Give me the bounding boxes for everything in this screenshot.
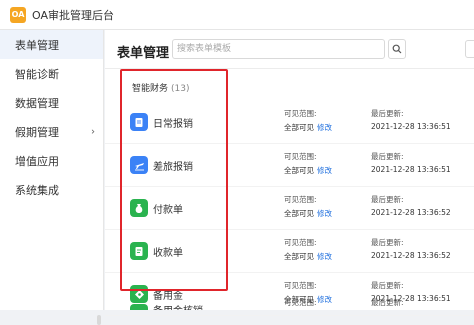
airplane-icon: [130, 156, 148, 174]
list-item[interactable]: 收款单 可见范围: 全部可见 修改 最后更新: 2021-12-28 13:36…: [105, 230, 474, 273]
chevron-right-icon: ›: [91, 126, 95, 137]
receipt-icon: [130, 242, 148, 260]
visibility-label: 可见范围:: [284, 195, 317, 204]
updated-value: 2021-12-28 13:36:52: [371, 208, 451, 217]
sidebar-item-data-management[interactable]: 数据管理: [0, 88, 103, 117]
visibility-label: 可见范围:: [284, 281, 317, 290]
visibility-value: 全部可见: [284, 209, 314, 218]
updated-label: 最后更新:: [371, 238, 404, 247]
visibility-value: 全部可见: [284, 252, 314, 261]
sidebar-scrollbar[interactable]: [97, 315, 101, 325]
updated-value: 2021-12-28 13:36:52: [371, 251, 451, 260]
sidebar-item-label: 数据管理: [15, 96, 59, 110]
divider: [105, 68, 474, 69]
updated-value: 2021-12-28 13:36:51: [371, 165, 451, 174]
list-item-partial: 备用金核销: [105, 300, 474, 310]
sidebar-item-label: 系统集成: [15, 183, 59, 197]
sidebar-item-smart-diagnosis[interactable]: 智能诊断: [0, 59, 103, 88]
sidebar-item-form-management[interactable]: 表单管理: [0, 30, 103, 59]
edit-link[interactable]: 修改: [317, 122, 332, 133]
sidebar: 表单管理 智能诊断 数据管理 假期管理 › 增值应用 系统集成: [0, 30, 104, 325]
main-panel: 表单管理 搜索表单模板 智能财务 (13) 日常报销 可见范围: 全部可见 修改 …: [105, 30, 474, 316]
edit-link[interactable]: 修改: [317, 208, 332, 219]
updated-label: 最后更新:: [371, 281, 404, 290]
top-bar: OA OA审批管理后台: [0, 0, 474, 30]
updated-value: 2021-12-28 13:36:51: [371, 122, 451, 131]
group-count: (13): [171, 84, 190, 94]
form-name: 备用金核销: [153, 302, 203, 310]
search-button[interactable]: [388, 39, 406, 59]
search-input[interactable]: 搜索表单模板: [172, 39, 385, 59]
visibility-value: 全部可见: [284, 123, 314, 132]
app-title: OA审批管理后台: [32, 8, 114, 22]
edit-link[interactable]: 修改: [317, 251, 332, 262]
money-bag-icon: [130, 199, 148, 217]
group-name: 智能财务: [132, 84, 169, 94]
sidebar-item-label: 智能诊断: [15, 67, 59, 81]
document-icon: [130, 113, 148, 131]
list-item[interactable]: 日常报销 可见范围: 全部可见 修改 最后更新: 2021-12-28 13:3…: [105, 101, 474, 144]
sidebar-item-label: 假期管理: [15, 125, 59, 139]
form-name: 收款单: [153, 248, 183, 259]
group-title: 智能财务 (13): [132, 81, 190, 94]
tag-icon: [130, 304, 148, 310]
sidebar-item-system-integration[interactable]: 系统集成: [0, 175, 103, 204]
action-button[interactable]: [465, 40, 474, 58]
page-title: 表单管理: [117, 46, 170, 61]
visibility-value: 全部可见: [284, 166, 314, 175]
updated-label: 最后更新:: [371, 152, 404, 161]
form-name: 差旅报销: [153, 162, 193, 173]
edit-link[interactable]: 修改: [317, 165, 332, 176]
form-name: 付款单: [153, 205, 183, 216]
sidebar-item-value-added-apps[interactable]: 增值应用: [0, 146, 103, 175]
sidebar-item-label: 增值应用: [15, 154, 59, 168]
sidebar-item-label: 表单管理: [15, 38, 59, 52]
list-item[interactable]: 付款单 可见范围: 全部可见 修改 最后更新: 2021-12-28 13:36…: [105, 187, 474, 230]
sidebar-item-leave-management[interactable]: 假期管理 ›: [0, 117, 103, 146]
app-logo: OA: [10, 6, 26, 23]
updated-label: 最后更新:: [371, 195, 404, 204]
list-item[interactable]: 差旅报销 可见范围: 全部可见 修改 最后更新: 2021-12-28 13:3…: [105, 144, 474, 187]
visibility-label: 可见范围:: [284, 109, 317, 118]
search-icon: [392, 44, 402, 54]
visibility-label: 可见范围:: [284, 152, 317, 161]
updated-label: 最后更新:: [371, 109, 404, 118]
visibility-label: 可见范围:: [284, 238, 317, 247]
form-name: 日常报销: [153, 119, 193, 130]
